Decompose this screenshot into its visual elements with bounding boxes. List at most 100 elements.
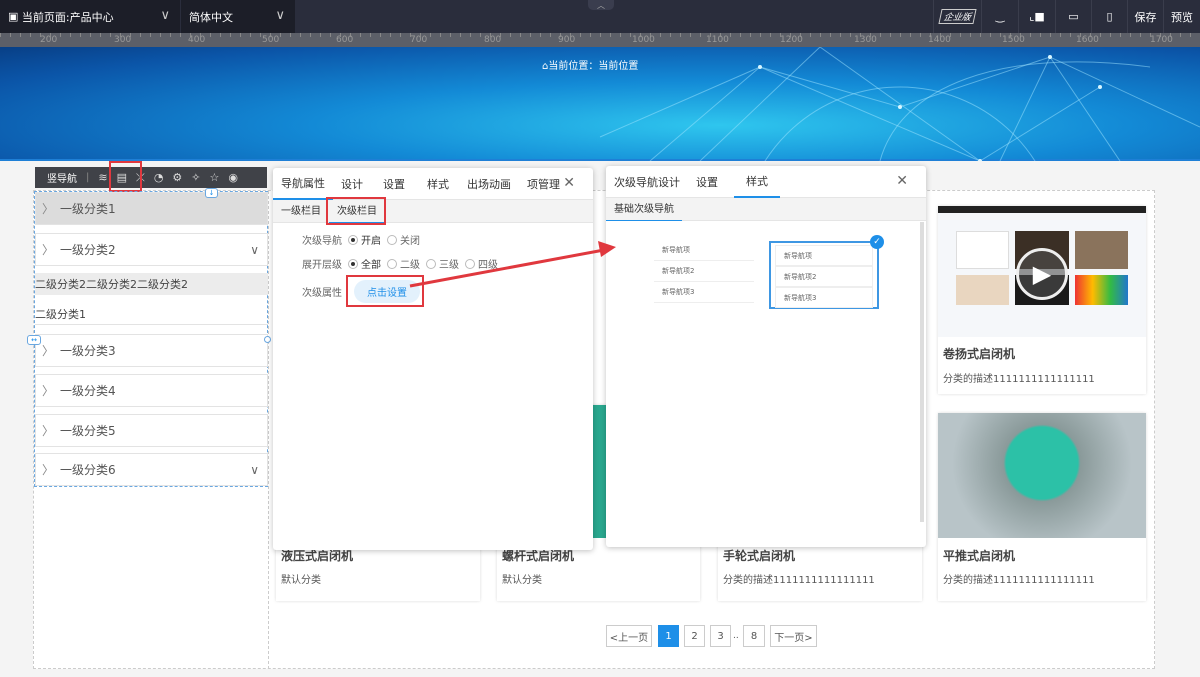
ruler-tick-label: 1100 [706, 35, 729, 45]
radio-level2[interactable]: 二级 [387, 256, 420, 271]
desktop-icon[interactable]: ▭ [1055, 0, 1091, 33]
close-icon[interactable]: ✕ [888, 173, 916, 189]
nav-item[interactable]: 〉一级分类4 [35, 374, 268, 407]
radio-level4[interactable]: 四级 [465, 256, 498, 271]
tab-style[interactable]: 样式 [734, 166, 780, 198]
subtab-level1[interactable]: 一级栏目 [273, 200, 329, 223]
chevron-right-icon: 〉 [42, 424, 55, 438]
sample-item: 新导航项 [654, 240, 754, 261]
scrollbar[interactable] [920, 222, 924, 522]
page-select[interactable]: ▣ 当前页面:产品中心 ∨ [0, 0, 180, 33]
breadcrumb: ⌂当前位置：当前位置 [542, 57, 638, 72]
chevron-right-icon: 〉 [42, 384, 55, 398]
tab-settings[interactable]: 设置 [688, 174, 734, 190]
tab-animation[interactable]: 出场动画 [459, 176, 519, 192]
nav-item[interactable]: 〉一级分类3 [35, 334, 268, 367]
sample-item: 新导航项3 [654, 282, 754, 303]
nav-toolbar: 竖导航 | ≋ ▤ ⤫ ◔ ⚙ ✧ ☆ ◉ [35, 167, 267, 188]
collapse-toggle[interactable]: ︿ [588, 0, 614, 10]
chevron-right-icon: 〉 [42, 344, 55, 358]
nav-item[interactable]: 〉一级分类5 [35, 414, 268, 447]
tab-style[interactable]: 样式 [419, 176, 459, 192]
save-button[interactable]: 保存 [1127, 0, 1163, 33]
subtab-basic[interactable]: 基础次级导航 [606, 198, 682, 221]
sec-attr-label: 次级属性 [302, 288, 342, 299]
sample-item: 新导航项 [775, 245, 873, 266]
product-desc: 默认分类 [281, 575, 321, 586]
page-button-active[interactable]: 1 [658, 625, 679, 647]
ruler-tick-label: 800 [484, 35, 502, 45]
page-button[interactable]: 8 [743, 625, 765, 647]
nav-item[interactable]: 〉一级分类1 [35, 192, 268, 225]
language-select[interactable]: 简体中文 ∨ [181, 0, 295, 33]
eye-icon[interactable]: ◉ [228, 171, 238, 184]
page-icon: ▣ [8, 10, 22, 23]
product-desc: 默认分类 [502, 575, 542, 586]
nav-item[interactable]: 〉一级分类2 ∨ [35, 233, 268, 266]
ruler-tick-label: 200 [40, 35, 58, 45]
nav-item-label: 一级分类3 [60, 344, 116, 358]
language-select-value: 简体中文 [189, 10, 233, 24]
chevron-down-icon: ∨ [160, 8, 170, 23]
pagination-ellipsis: .. [733, 631, 739, 641]
magic-icon[interactable]: ✧ [191, 171, 200, 184]
ruler-tick-label: 400 [188, 35, 206, 45]
ruler-guide-icon[interactable]: ⌞■ [1018, 0, 1055, 33]
page-button[interactable]: 2 [684, 625, 705, 647]
tab-sub-nav-design[interactable]: 次级导航设计 [606, 174, 688, 190]
layers-icon[interactable]: ≋ [98, 171, 107, 184]
chevron-down-icon[interactable]: ∨ [250, 463, 259, 477]
palette-icon[interactable]: ◔ [154, 171, 164, 184]
product-card[interactable]: ▶ 卷扬式启闭机 分类的描述1111111111111111 [938, 206, 1146, 394]
ruler-tick-label: 1000 [632, 35, 655, 45]
product-title[interactable]: 平推式启闭机 [943, 547, 1015, 564]
panel-tabs: 导航属性 设计 设置 样式 出场动画 项管理 ✕ [273, 168, 593, 200]
next-page-button[interactable]: 下一页> [770, 625, 817, 647]
banner: ⌂当前位置：当前位置 [0, 47, 1200, 161]
sub-nav-item[interactable]: 二级分类2二级分类2二级分类2 [35, 273, 268, 295]
vertical-nav: 〉一级分类1 〉一级分类2 ∨ 二级分类2二级分类2二级分类2 二级分类1 〉一级… [34, 191, 268, 487]
product-image: ▶ [938, 206, 1146, 337]
style-option[interactable]: 新导航项 新导航项2 新导航项3 [654, 240, 754, 303]
style-option-selected[interactable]: 新导航项 新导航项2 新导航项3 ✓ [769, 235, 884, 309]
radio-level3[interactable]: 三级 [426, 256, 459, 271]
play-icon[interactable]: ▶ [1016, 248, 1068, 300]
radio-off[interactable]: 关闭 [387, 232, 420, 247]
sub-nav-item[interactable]: 二级分类1 [35, 303, 268, 325]
radio-all[interactable]: 全部 [348, 256, 381, 271]
ruler-tick-label: 1500 [1002, 35, 1025, 45]
sample-item: 新导航项3 [775, 287, 873, 308]
ruler-tick-label: 1600 [1076, 35, 1099, 45]
resize-handle[interactable]: ↓ [205, 188, 218, 198]
ruler-tick-label: 300 [114, 35, 132, 45]
prev-page-button[interactable]: <上一页 [606, 625, 652, 647]
mobile-icon[interactable]: ▯ [1091, 0, 1127, 33]
product-title[interactable]: 卷扬式启闭机 [943, 345, 1015, 362]
product-image [938, 413, 1146, 538]
page-button[interactable]: 3 [710, 625, 731, 647]
nav-item-label: 一级分类4 [60, 384, 116, 398]
radio-on[interactable]: 开启 [348, 232, 381, 247]
product-title[interactable]: 手轮式启闭机 [723, 547, 795, 564]
resize-handle[interactable] [264, 336, 271, 343]
preview-button[interactable]: 预览 [1163, 0, 1200, 33]
gear-icon[interactable]: ⚙ [172, 171, 182, 184]
chevron-down-icon: ∨ [275, 8, 285, 23]
eye-closed-icon[interactable]: ‿ [981, 0, 1018, 33]
highlight-box [326, 197, 386, 225]
tab-nav-property[interactable]: 导航属性 [273, 168, 333, 200]
product-desc: 分类的描述1111111111111111 [943, 374, 1095, 385]
resize-handle[interactable]: ↔ [27, 335, 41, 345]
ruler-tick-label: 1700 [1150, 35, 1173, 45]
product-card[interactable]: 平推式启闭机 分类的描述1111111111111111 [938, 413, 1146, 601]
nav-item-label: 一级分类1 [60, 202, 116, 216]
close-icon[interactable]: ✕ [555, 175, 583, 191]
star-icon[interactable]: ☆ [210, 171, 220, 184]
nav-item-label: 一级分类5 [60, 424, 116, 438]
panel-tabs: 次级导航设计 设置 样式 ✕ [606, 166, 926, 198]
nav-item[interactable]: 〉一级分类6 ∨ [35, 453, 268, 486]
tab-design[interactable]: 设计 [333, 176, 375, 192]
sec-nav-label: 次级导航 [302, 236, 342, 247]
chevron-down-icon[interactable]: ∨ [250, 243, 259, 257]
tab-settings[interactable]: 设置 [375, 176, 419, 192]
